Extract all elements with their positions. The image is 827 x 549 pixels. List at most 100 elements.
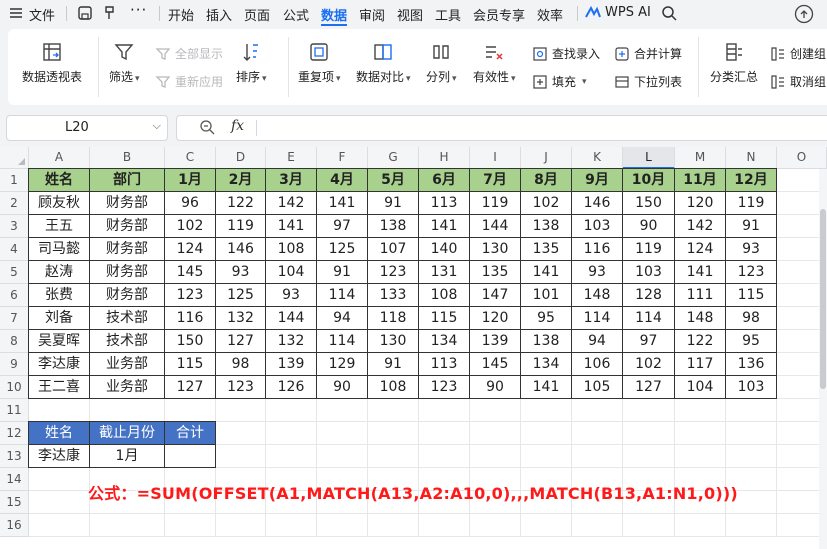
table-cell[interactable]: 财务部 [89, 191, 165, 215]
dropdown-list-button[interactable]: 下拉列表 [614, 73, 682, 90]
table-cell[interactable]: 115 [164, 352, 216, 376]
table-cell[interactable]: 113 [418, 191, 470, 215]
table-cell[interactable]: 90 [469, 375, 521, 399]
tab-page[interactable]: 页面 [244, 5, 270, 24]
split-column-button[interactable]: 分列 ▾ [426, 41, 457, 85]
table-cell[interactable]: 134 [520, 352, 572, 376]
table-cell[interactable]: 123 [215, 375, 266, 399]
table-cell[interactable]: 119 [622, 237, 675, 261]
table-cell[interactable]: 93 [265, 283, 317, 307]
table-cell[interactable]: 90 [622, 214, 675, 238]
find-entry-button[interactable]: 查找录入 [532, 45, 600, 62]
column-header-o[interactable]: O [777, 147, 827, 169]
table-cell[interactable]: 125 [215, 283, 266, 307]
table-header-cell[interactable]: 10月 [622, 168, 675, 192]
table-cell[interactable]: 144 [469, 214, 521, 238]
merge-calc-button[interactable]: 合并计算 [614, 45, 682, 62]
table-cell[interactable]: 135 [469, 260, 521, 284]
table-cell[interactable]: 财务部 [89, 260, 165, 284]
table-cell[interactable]: 132 [215, 306, 266, 330]
tab-data[interactable]: 数据 [321, 5, 347, 24]
table-cell[interactable]: 107 [367, 237, 419, 261]
table-cell[interactable]: 94 [571, 329, 623, 353]
table-cell[interactable]: 127 [622, 375, 675, 399]
table-cell[interactable]: 91 [367, 352, 419, 376]
grid-cell[interactable] [368, 399, 419, 422]
subtotal-button[interactable]: 分类汇总 [710, 41, 758, 85]
table-cell[interactable]: 业务部 [89, 352, 165, 376]
grid-cell[interactable] [470, 514, 521, 537]
table-cell[interactable]: 131 [418, 260, 470, 284]
table-header-cell[interactable]: 8月 [520, 168, 572, 192]
table-cell[interactable]: 114 [316, 329, 368, 353]
table-cell[interactable]: 93 [571, 260, 623, 284]
table-cell[interactable]: 财务部 [89, 237, 165, 261]
tab-member[interactable]: 会员专享 [473, 5, 525, 24]
lookup-header-cell[interactable]: 姓名 [28, 421, 90, 445]
table-cell[interactable]: 115 [725, 283, 777, 307]
table-cell[interactable]: 147 [469, 283, 521, 307]
grid-cell[interactable] [572, 514, 623, 537]
table-cell[interactable]: 124 [164, 237, 216, 261]
grid-cell[interactable] [29, 514, 90, 537]
table-cell[interactable]: 138 [367, 214, 419, 238]
table-header-cell[interactable]: 6月 [418, 168, 470, 192]
fx-icon[interactable]: fx [231, 118, 244, 134]
row-header-1[interactable]: 1 [0, 169, 29, 192]
table-cell[interactable]: 顾友秋 [28, 191, 90, 215]
pivot-table-button[interactable]: 数据透视表 [22, 41, 82, 85]
grid-cell[interactable] [572, 399, 623, 422]
table-header-cell[interactable]: 7月 [469, 168, 521, 192]
table-cell[interactable]: 146 [215, 237, 266, 261]
table-cell[interactable]: 141 [520, 375, 572, 399]
grid-cell[interactable] [368, 514, 419, 537]
tab-view[interactable]: 视图 [397, 5, 423, 24]
table-cell[interactable]: 95 [520, 306, 572, 330]
table-cell[interactable]: 120 [674, 191, 726, 215]
table-cell[interactable]: 王五 [28, 214, 90, 238]
table-cell[interactable]: 134 [418, 329, 470, 353]
table-cell[interactable]: 148 [571, 283, 623, 307]
formula-bar[interactable]: fx [176, 115, 827, 141]
table-cell[interactable]: 97 [622, 329, 675, 353]
table-cell[interactable]: 104 [265, 260, 317, 284]
row-header-4[interactable]: 4 [0, 238, 29, 261]
lookup-header-cell[interactable]: 截止月份 [89, 421, 165, 445]
table-cell[interactable]: 126 [265, 375, 317, 399]
grid-cell[interactable] [726, 422, 777, 445]
table-cell[interactable]: 119 [215, 214, 266, 238]
table-cell[interactable]: 张费 [28, 283, 90, 307]
table-cell[interactable]: 133 [367, 283, 419, 307]
zoom-icon[interactable] [199, 119, 216, 136]
grid-cell[interactable] [419, 422, 470, 445]
table-cell[interactable]: 141 [316, 191, 368, 215]
tab-review[interactable]: 审阅 [359, 5, 385, 24]
grid-cell[interactable] [165, 514, 216, 537]
table-cell[interactable]: 123 [164, 283, 216, 307]
row-header-16[interactable]: 16 [0, 514, 29, 537]
column-header-a[interactable]: A [29, 147, 90, 169]
grid-cell[interactable] [470, 399, 521, 422]
row-header-2[interactable]: 2 [0, 192, 29, 215]
spreadsheet-grid[interactable]: A B C D E F G H I J K L M N O 1 2 3 4 5 6 7 8 9 10 11 12 13 14 15 16 姓名… [0, 147, 827, 549]
table-cell[interactable]: 119 [469, 191, 521, 215]
grid-cell[interactable] [29, 399, 90, 422]
sort-button[interactable]: 排序 ▾ [236, 41, 267, 85]
grid-cell[interactable] [521, 514, 572, 537]
grid-cell[interactable] [521, 445, 572, 468]
table-cell[interactable]: 李达康 [28, 352, 90, 376]
grid-cell[interactable] [726, 445, 777, 468]
table-cell[interactable]: 127 [215, 329, 266, 353]
validity-button[interactable]: 有效性 ▾ [473, 41, 516, 85]
table-cell[interactable]: 146 [571, 191, 623, 215]
grid-cell[interactable] [266, 399, 317, 422]
grid-cell[interactable] [572, 445, 623, 468]
column-header-d[interactable]: D [216, 147, 266, 169]
table-cell[interactable]: 技术部 [89, 329, 165, 353]
grid-cell[interactable] [470, 445, 521, 468]
table-cell[interactable]: 108 [265, 237, 317, 261]
lookup-header-cell[interactable]: 合计 [164, 421, 216, 445]
table-cell[interactable]: 103 [725, 375, 777, 399]
grid-cell[interactable] [368, 422, 419, 445]
table-cell[interactable]: 142 [265, 191, 317, 215]
